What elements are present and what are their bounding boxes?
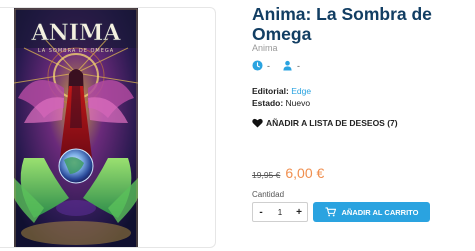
players-info: - <box>252 60 270 71</box>
heart-icon <box>252 118 263 128</box>
clock-icon <box>252 60 263 71</box>
publisher-label: Editorial: <box>252 86 289 96</box>
status-label: Estado: <box>252 98 284 108</box>
age-info: - <box>282 60 300 71</box>
cover-subtitle: LA SOMBRA DE OMEGA <box>38 48 114 54</box>
status-value: Nuevo <box>285 98 311 108</box>
cover-title: ANIMA <box>31 20 122 46</box>
add-to-cart-label: AÑADIR AL CARRITO <box>341 207 419 217</box>
wishlist-label: AÑADIR A LISTA DE DESEOS (7) <box>266 118 398 128</box>
publisher-link[interactable]: Edge <box>291 86 311 96</box>
user-icon <box>283 60 292 71</box>
product-image-panel: ANIMA LA SOMBRA DE OMEGA <box>0 7 216 248</box>
quantity-label: Cantidad <box>252 190 285 199</box>
old-price: 19,95 € <box>252 170 281 180</box>
status-row: Estado: Nuevo <box>252 97 311 109</box>
product-cover-image[interactable]: ANIMA LA SOMBRA DE OMEGA <box>14 8 138 247</box>
product-author-link[interactable]: Anima <box>252 43 278 53</box>
players-value: - <box>267 60 270 71</box>
add-to-wishlist-button[interactable]: AÑADIR A LISTA DE DESEOS (7) <box>252 118 398 128</box>
publisher-row: Editorial: Edge <box>252 85 311 97</box>
quantity-increase-button[interactable]: + <box>291 207 307 218</box>
quantity-value[interactable]: 1 <box>272 208 288 217</box>
product-title: Anima: La Sombra de Omega <box>252 4 432 44</box>
product-meta-row: - - <box>252 60 312 71</box>
add-to-cart-button[interactable]: AÑADIR AL CARRITO <box>313 202 430 222</box>
quantity-decrease-button[interactable]: - <box>253 207 269 218</box>
cart-icon <box>325 207 336 217</box>
current-price: 6,00 € <box>285 165 325 181</box>
price-block: 19,95 € 6,00 € <box>252 165 324 181</box>
product-details: Editorial: Edge Estado: Nuevo <box>252 85 311 109</box>
quantity-stepper[interactable]: - 1 + <box>252 202 308 222</box>
age-value: - <box>297 60 300 71</box>
